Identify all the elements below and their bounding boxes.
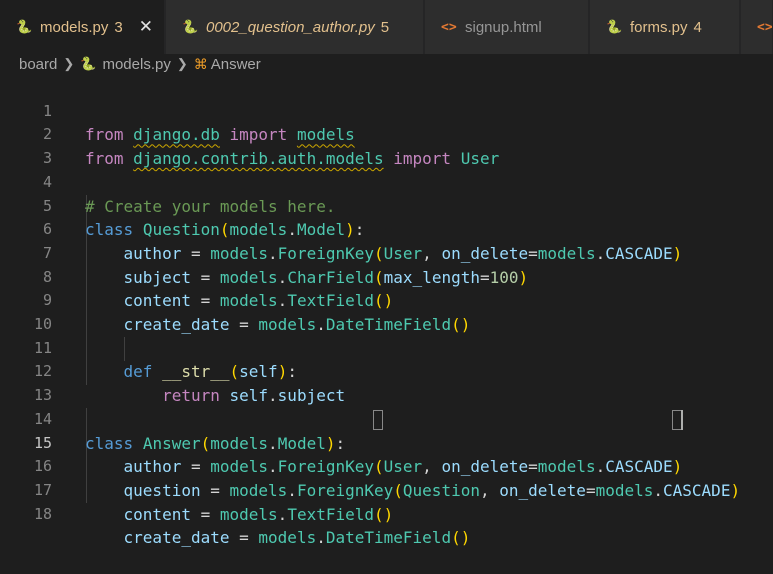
code-line: 14 class Answer(models.Model): [0,384,773,453]
python-icon: 🐍 [182,19,199,34]
text-cursor [681,410,683,430]
chevron-right-icon: ❯ [176,56,188,71]
python-icon: 🐍 [16,19,33,34]
tab-label: signup.html [465,18,542,36]
html-icon: <> [441,19,457,35]
code-line: 3 [0,123,773,167]
code-line: 4 # Create your models here. [0,147,773,216]
line-number: 18 [33,504,52,523]
code-line: 6 author = models.ForeignKey(User, on_de… [0,195,773,263]
code-line: 2 from django.contrib.auth.models import… [0,100,773,168]
tab-models-py[interactable]: 🐍 models.py 3 ✕ [0,0,165,54]
problem-count: 4 [693,18,702,36]
code-line: 9 create_date = models.DateTimeField() [0,266,773,334]
breadcrumb: board ❯ 🐍 models.py ❯ ⌘ Answer [0,54,773,74]
breadcrumb-symbol[interactable]: Answer [211,56,261,73]
code-line: 18 create_date = models.DateTimeField() [0,479,773,548]
code-line: 17 content = models.TextField() [0,455,773,524]
code-line: 11 def __str__(self): [0,313,773,382]
python-icon: 🐍 [80,56,97,71]
problem-count: 3 [114,18,123,36]
code-line: 13 [0,360,773,404]
breadcrumb-file[interactable]: models.py [102,56,170,73]
tab-label: forms.py [630,18,688,36]
code-line: 1 from django.db import models [0,76,773,145]
code-line: 10 [0,289,773,333]
tab-label: 0002_question_author.py [206,18,375,36]
chevron-right-icon: ❯ [63,56,75,71]
code-line: 12 return self.subject [0,337,773,405]
tab-bar: 🐍 models.py 3 ✕ 🐍 0002_question_author.p… [0,0,773,54]
tab-forms-py[interactable]: 🐍 forms.py 4 [590,0,740,54]
problem-count: 5 [380,18,390,36]
tab-0002-question-author[interactable]: 🐍 0002_question_author.py 5 [166,0,424,54]
tab-label: models.py [40,18,109,36]
code-line: 16 question = models.ForeignKey(Question… [0,432,773,500]
code-text: content = models.TextField() [123,504,394,524]
tab-signup-html[interactable]: <> signup.html [425,0,589,54]
html-icon: <> [757,19,773,35]
close-icon[interactable]: ✕ [139,17,153,37]
tab-overflow[interactable]: <> [741,0,773,54]
code-editor[interactable]: 1 from django.db import models 2 from dj… [0,76,773,548]
code-text: create_date = models.DateTimeField() [123,528,471,548]
code-line: 5 class Question(models.Model): [0,171,773,240]
breadcrumb-folder[interactable]: board [19,56,57,73]
class-symbol-icon: ⌘ [193,55,208,72]
code-line: 8 content = models.TextField() [0,242,773,311]
code-line-current: 15 author = models.ForeignKey(User, on_d… [0,408,773,477]
python-icon: 🐍 [606,19,623,34]
code-line: 7 subject = models.CharField(max_length=… [0,218,773,287]
bracket-match-open [373,410,383,430]
